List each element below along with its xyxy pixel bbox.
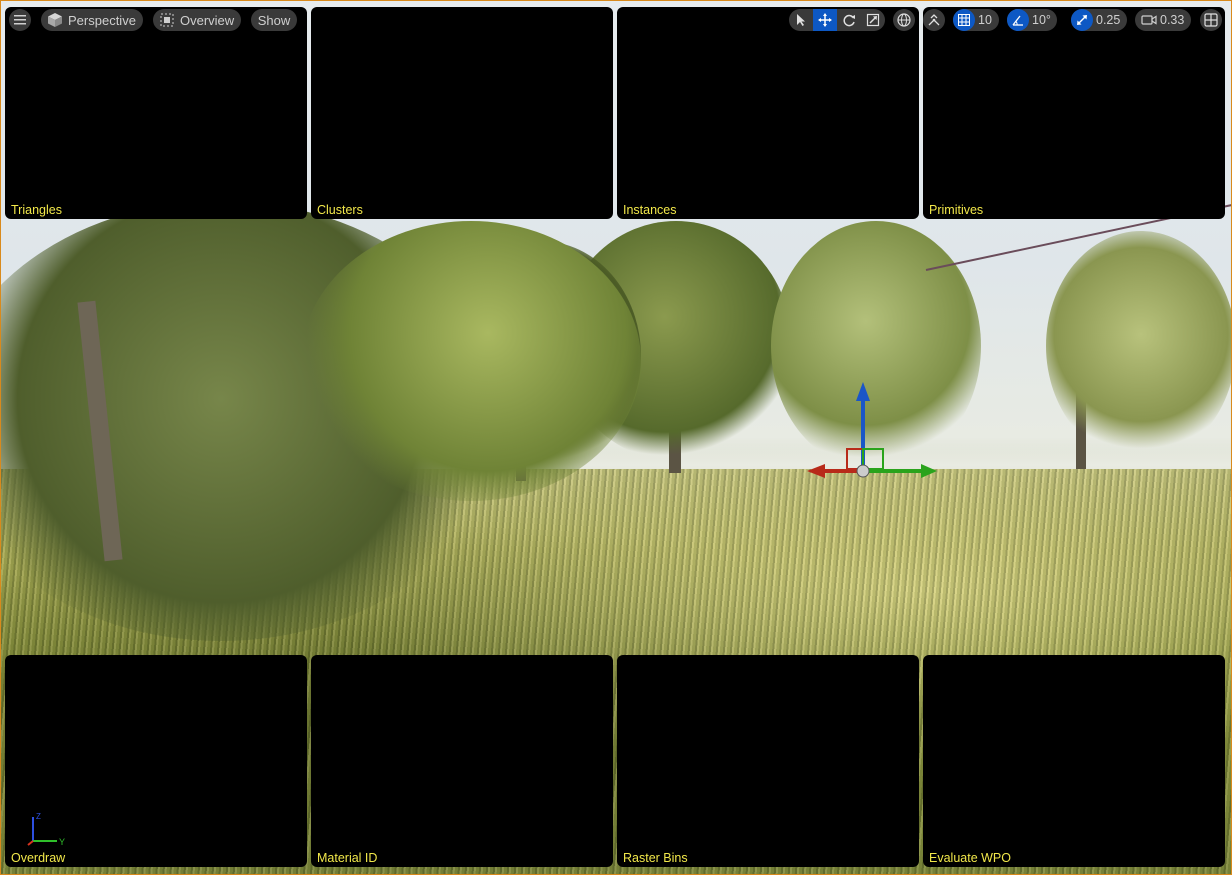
camera-speed-value[interactable]: 0.33 [1157,13,1190,27]
grid-snap-toggle[interactable] [953,9,975,31]
panel-label: Clusters [317,203,363,217]
panel-label: Evaluate WPO [929,851,1011,865]
panel-label: Triangles [11,203,62,217]
axis-y-label: Y [59,837,65,847]
translate-mode-button[interactable] [813,9,837,31]
perspective-label: Perspective [68,12,136,28]
select-mode-button[interactable] [789,9,813,31]
clusters-panel: Clusters [311,7,613,219]
panel-label: Material ID [317,851,378,865]
rotate-icon [843,14,855,27]
grid-snap-value[interactable]: 10 [975,13,998,27]
perspective-button[interactable]: Perspective [41,9,143,31]
triangles-panel: Triangles [5,7,307,219]
hamburger-icon [14,15,26,25]
panel-label: Raster Bins [623,851,688,865]
axis-z-label: Z [36,812,41,821]
move-arrows-icon [818,13,832,27]
grid-snap-control[interactable]: 10 [953,9,999,31]
scale-icon [866,13,880,27]
evaluate-wpo-panel: Evaluate WPO [923,655,1225,867]
material-id-panel: Material ID [311,655,613,867]
rotation-snap-control[interactable]: 10° [1007,9,1057,31]
camera-speed-control[interactable]: 0.33 [1135,9,1191,31]
layout-grid-icon [1204,13,1218,27]
scale-mode-button[interactable] [861,9,885,31]
cursor-arrow-icon [797,14,805,26]
panel-label: Overdraw [11,851,66,865]
angle-icon [1012,15,1023,26]
dotted-square-icon [160,13,174,27]
scale-arrow-icon [1077,15,1087,25]
grid-icon [958,14,970,26]
surface-snap-button[interactable] [923,9,945,31]
cube-icon [48,13,62,27]
axis-indicator: Z Y [27,812,65,847]
instances-panel: Instances [617,7,919,219]
coordinate-space-button[interactable] [893,9,915,31]
level-viewport[interactable]: Triangles Clusters Instances Primitives … [0,0,1232,875]
viewport-layout-button[interactable] [1200,9,1222,31]
primitives-panel: Primitives [923,7,1225,219]
globe-icon [897,13,911,27]
show-label: Show [257,12,291,28]
view-mode-label: Overview [180,12,235,28]
scale-snap-value[interactable]: 0.25 [1093,13,1126,27]
scale-snap-toggle[interactable] [1071,9,1093,31]
panel-label: Instances [623,203,677,217]
show-button[interactable]: Show [251,9,297,31]
camera-icon [1141,15,1157,25]
transform-gizmo[interactable] [801,379,941,489]
rotation-snap-toggle[interactable] [1007,9,1029,31]
raster-bins-panel: Raster Bins [617,655,919,867]
transform-mode-group[interactable] [789,9,885,31]
viewport-menu-button[interactable] [9,9,31,31]
scale-snap-control[interactable]: 0.25 [1071,9,1127,31]
panel-label: Primitives [929,203,984,217]
rotation-snap-value[interactable]: 10° [1029,13,1057,27]
surface-snap-icon [928,14,940,26]
view-mode-button[interactable]: Overview [153,9,241,31]
rotate-mode-button[interactable] [837,9,861,31]
